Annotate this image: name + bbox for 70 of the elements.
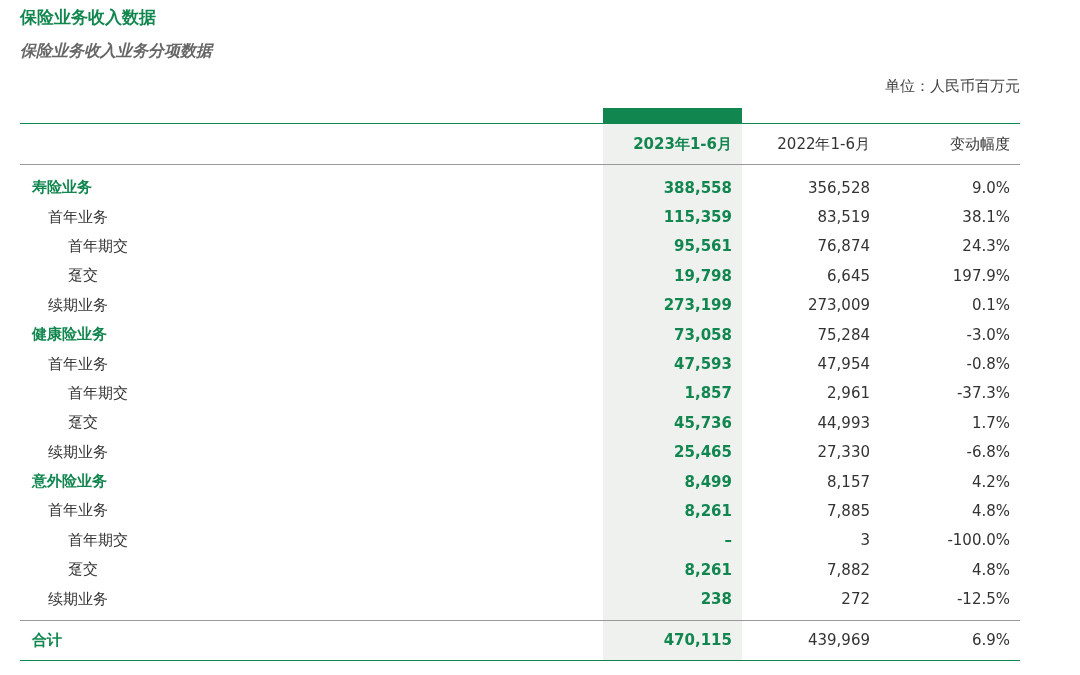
table-cell-text: 356,528 bbox=[806, 177, 871, 199]
table-cell-text: 24.3% bbox=[961, 236, 1011, 258]
table-cell-text: 9.0% bbox=[970, 177, 1011, 199]
table-cell-text: -12.5% bbox=[955, 589, 1011, 611]
table-cell-text: 2,961 bbox=[826, 383, 871, 405]
table-cell-text: 197.9% bbox=[951, 265, 1011, 287]
table-cell-text: -0.8% bbox=[965, 354, 1011, 376]
row-label: 趸交 bbox=[67, 265, 99, 287]
row-label: 意外险业务 bbox=[30, 471, 108, 493]
table-cell-text: 8,157 bbox=[826, 471, 871, 493]
column-header: 2023年1-6月 bbox=[603, 123, 742, 165]
row-label: 首年业务 bbox=[47, 353, 109, 375]
table-cell-text: 27,330 bbox=[816, 442, 871, 464]
table-cell-text: 272 bbox=[840, 589, 871, 611]
row-label: 健康险业务 bbox=[30, 324, 108, 346]
row-label: 续期业务 bbox=[47, 588, 109, 610]
table-cell-text: 44,993 bbox=[816, 412, 871, 434]
row-label: 续期业务 bbox=[47, 441, 109, 463]
row-label: 寿险业务 bbox=[31, 177, 93, 199]
table-cell-text: 83,519 bbox=[816, 207, 871, 229]
column-header: 变动幅度 bbox=[880, 123, 1020, 165]
unit-label: 单位：人民币百万元 bbox=[884, 76, 1020, 97]
table-cell-text: 1.7% bbox=[970, 412, 1011, 434]
row-label: 首年业务 bbox=[47, 500, 109, 522]
table-cell-text: -3.0% bbox=[965, 324, 1011, 346]
table-cell: 273,199 bbox=[603, 290, 742, 320]
table-cell-text: 6,645 bbox=[826, 265, 871, 287]
table-cell: 8,261 bbox=[603, 496, 742, 526]
table-cell-text: -6.8% bbox=[965, 442, 1011, 464]
table-cell-text: 75,284 bbox=[816, 324, 871, 346]
total-label: 合计 bbox=[20, 619, 603, 661]
table-cell-text: 38.1% bbox=[961, 207, 1011, 229]
table-cell-text: 3 bbox=[859, 530, 871, 552]
table-cell: 95,561 bbox=[603, 231, 742, 262]
table-cell: 439,969 bbox=[742, 619, 880, 661]
table-cell-text: 7,885 bbox=[826, 501, 871, 522]
table-cell: 73,058 bbox=[603, 319, 742, 350]
table-cell: 8,499 bbox=[603, 466, 742, 497]
table-cell-text: 7,882 bbox=[826, 559, 871, 581]
table-cell-text: 47,954 bbox=[816, 354, 871, 376]
table-cell-text: 76,874 bbox=[816, 236, 871, 258]
table-cell-text: 4.2% bbox=[970, 471, 1011, 493]
page-title: 保险业务收入数据 bbox=[20, 6, 157, 29]
table-cell-text: -37.3% bbox=[955, 383, 1011, 405]
table-cell: 238 bbox=[603, 584, 742, 620]
table-cell: 47,593 bbox=[603, 349, 742, 379]
table-cell: 25,465 bbox=[603, 437, 742, 467]
row-label: 首年期交 bbox=[67, 529, 129, 551]
table-cell: 388,558 bbox=[603, 165, 742, 203]
table-cell: 19,798 bbox=[603, 261, 742, 291]
table-cell-text: 273,009 bbox=[806, 295, 871, 317]
row-label: 趸交 bbox=[67, 559, 99, 581]
table-cell: 45,736 bbox=[603, 408, 742, 438]
row-label: 首年期交 bbox=[67, 235, 129, 257]
row-label: 趸交 bbox=[67, 412, 99, 434]
table-cell-text: 4.8% bbox=[970, 559, 1011, 581]
row-label: 首年期交 bbox=[67, 382, 129, 404]
table-cell: – bbox=[603, 525, 742, 556]
table-cell: 470,115 bbox=[603, 619, 742, 661]
column-header: 2022年1-6月 bbox=[742, 123, 880, 165]
table-cell: 115,359 bbox=[603, 202, 742, 232]
table-cell: 1,857 bbox=[603, 378, 742, 409]
row-label: 首年业务 bbox=[47, 206, 109, 228]
table-cell-text: -100.0% bbox=[946, 530, 1011, 552]
page-subtitle: 保险业务收入业务分项数据 bbox=[20, 40, 215, 62]
table-cell: 8,261 bbox=[603, 555, 742, 585]
table-cell: 6.9% bbox=[880, 619, 1020, 661]
table-cell-text: 0.1% bbox=[970, 295, 1011, 317]
row-label: 续期业务 bbox=[47, 294, 109, 316]
table-cell-text: 4.8% bbox=[970, 501, 1011, 522]
